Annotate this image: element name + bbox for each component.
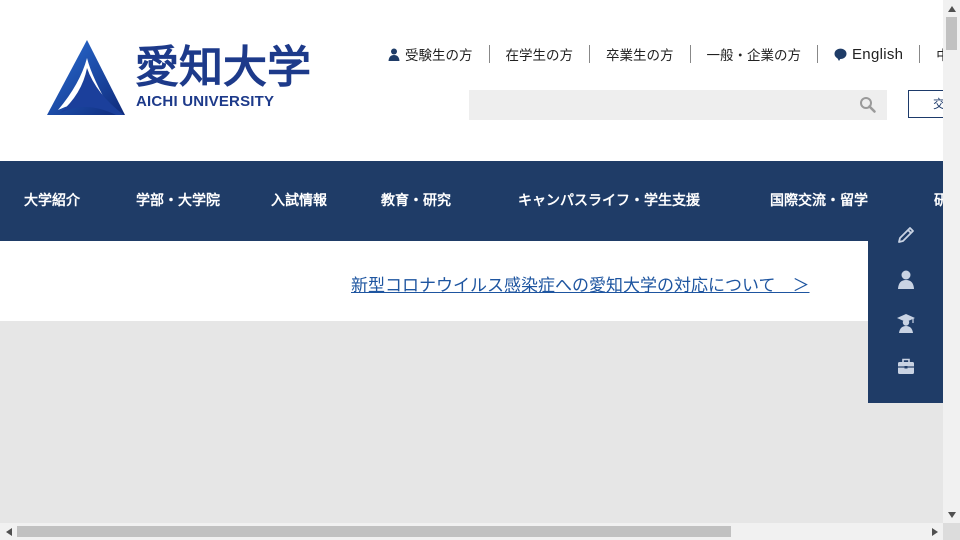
speech-bubble-icon [834, 48, 847, 61]
gnav-item-education-research[interactable]: 教育・研究 [381, 161, 451, 241]
util-item-label: 受験生の方 [405, 48, 473, 64]
util-item-current-students[interactable]: 在学生の方 [488, 45, 590, 64]
side-quick-panel [868, 214, 943, 403]
logo-mark-icon [47, 40, 125, 115]
gnav-item-campus-life[interactable]: キャンパスライフ・学生支援 [518, 161, 700, 241]
vertical-scrollbar[interactable] [943, 0, 960, 523]
vertical-scroll-thumb[interactable] [946, 17, 957, 50]
scroll-down-arrow-icon[interactable] [943, 506, 960, 523]
covid-notice-link[interactable]: 新型コロナウイルス感染症への愛知大学の対応について ＞ [351, 271, 810, 296]
pencil-icon[interactable] [895, 224, 917, 246]
scroll-left-arrow-icon[interactable] [0, 523, 17, 540]
logo-name-jp: 愛知大学 [135, 42, 311, 93]
scrollbar-corner [943, 523, 960, 540]
graduate-icon[interactable] [895, 312, 917, 334]
util-item-label: 卒業生の方 [606, 48, 674, 64]
notice-band: 新型コロナウイルス感染症への愛知大学の対応について ＞ [0, 241, 868, 321]
util-item-chinese[interactable]: 中 [919, 44, 943, 64]
horizontal-scroll-thumb[interactable] [17, 526, 731, 537]
util-item-general-business[interactable]: 一般・企業の方 [689, 45, 818, 64]
util-item-label: 中 [936, 44, 943, 64]
util-item-label: English [852, 45, 904, 63]
global-nav: 大学紹介 学部・大学院 入試情報 教育・研究 キャンパスライフ・学生支援 国際交… [0, 161, 943, 241]
horizontal-scrollbar[interactable] [0, 523, 943, 540]
gnav-item-admissions[interactable]: 入試情報 [271, 161, 327, 241]
hero-area [0, 321, 943, 523]
utility-nav: 受験生の方 在学生の方 卒業生の方 一般・企業の方 English 中 [383, 44, 943, 64]
scroll-right-arrow-icon[interactable] [926, 523, 943, 540]
util-item-alumni[interactable]: 卒業生の方 [589, 45, 690, 64]
briefcase-icon[interactable] [895, 355, 917, 377]
person-icon[interactable] [895, 268, 917, 290]
access-button[interactable]: 交 [908, 90, 943, 118]
util-item-english[interactable]: English [817, 45, 919, 63]
gnav-item-international[interactable]: 国際交流・留学 [770, 161, 868, 241]
search-icon[interactable] [859, 96, 877, 114]
site-logo[interactable]: 愛知大学 AICHI UNIVERSITY [46, 38, 311, 118]
util-item-label: 一般・企業の方 [706, 48, 802, 64]
person-icon [388, 48, 400, 61]
gnav-item-faculties[interactable]: 学部・大学院 [136, 161, 220, 241]
search-box [469, 90, 887, 120]
page: 愛知大学 AICHI UNIVERSITY 受験生の方 在学生の方 卒業生の方 … [0, 0, 943, 523]
scroll-up-arrow-icon[interactable] [943, 0, 960, 17]
logo-name-en: AICHI UNIVERSITY [136, 93, 275, 110]
gnav-item-about[interactable]: 大学紹介 [24, 161, 80, 241]
search-input[interactable] [469, 90, 849, 120]
util-item-prospective-students[interactable]: 受験生の方 [383, 45, 489, 64]
util-item-label: 在学生の方 [505, 48, 574, 64]
